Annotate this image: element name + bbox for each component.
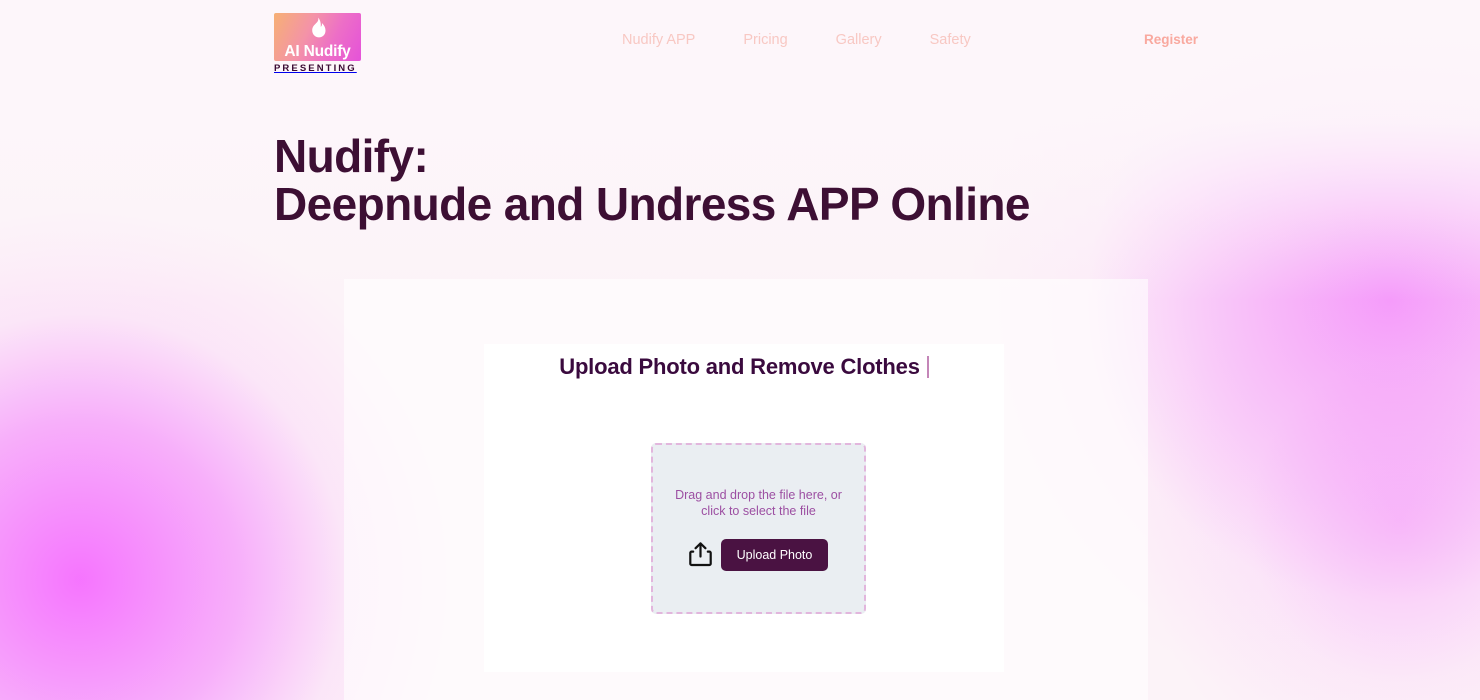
nav-item-safety[interactable]: Safety bbox=[906, 30, 995, 50]
nav-item-nudify-app[interactable]: Nudify APP bbox=[598, 30, 719, 50]
hero-heading-line-1: Nudify: bbox=[274, 130, 429, 182]
typing-caret bbox=[926, 356, 929, 378]
upload-card: Upload Photo and Remove Clothes Drag and… bbox=[484, 344, 1004, 672]
file-dropzone[interactable]: Drag and drop the file here, or click to… bbox=[651, 443, 866, 614]
logo-wordmark: AI Nudify bbox=[284, 43, 351, 60]
site-header: AI Nudify PRESENTING Nudify APP Pricing … bbox=[0, 0, 1480, 86]
site-logo[interactable]: AI Nudify PRESENTING bbox=[274, 13, 361, 75]
flame-icon bbox=[311, 17, 325, 38]
background-glow-right-lower bbox=[1140, 240, 1480, 700]
logo-presenting-label: PRESENTING bbox=[274, 63, 357, 74]
hero-heading-line-2: Deepnude and Undress APP Online bbox=[274, 178, 1031, 230]
upload-card-title-row: Upload Photo and Remove Clothes bbox=[484, 344, 1004, 390]
nav-item-gallery[interactable]: Gallery bbox=[812, 30, 906, 50]
hero-heading: Nudify: Deepnude and Undress APP Online bbox=[274, 130, 1031, 230]
dropzone-actions: Upload Photo bbox=[688, 538, 829, 571]
upload-card-title: Upload Photo and Remove Clothes bbox=[559, 354, 920, 379]
main-navigation: Nudify APP Pricing Gallery Safety bbox=[598, 30, 995, 50]
dropzone-instruction: Drag and drop the file here, or click to… bbox=[675, 487, 842, 518]
page-root: AI Nudify PRESENTING Nudify APP Pricing … bbox=[0, 0, 1480, 700]
logo-gradient-box: AI Nudify bbox=[274, 13, 361, 61]
register-link[interactable]: Register bbox=[1144, 31, 1198, 49]
upload-photo-button[interactable]: Upload Photo bbox=[720, 538, 829, 571]
nav-item-pricing[interactable]: Pricing bbox=[719, 30, 811, 50]
share-upload-icon[interactable] bbox=[688, 542, 712, 567]
